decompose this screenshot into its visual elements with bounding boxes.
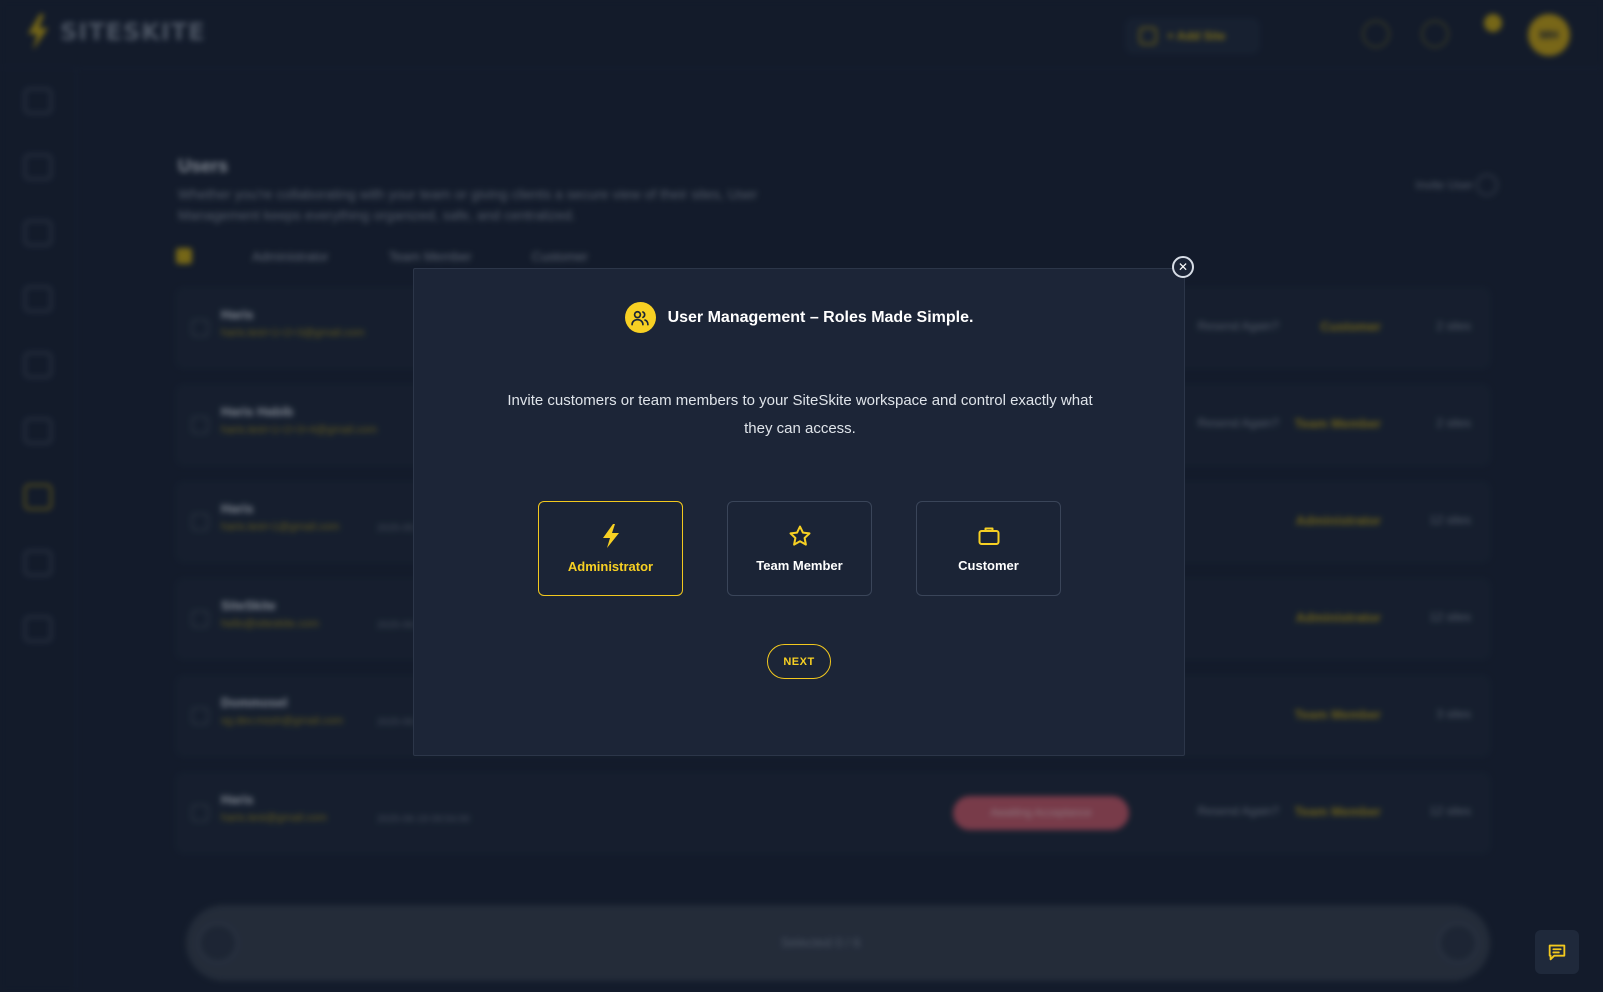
role-card-administrator[interactable]: Administrator <box>538 501 683 596</box>
modal-description: Invite customers or team members to your… <box>507 392 1093 437</box>
star-icon <box>789 525 810 546</box>
role-label: Customer <box>958 558 1019 573</box>
role-onboarding-modal: User Management – Roles Made Simple. Inv… <box>413 268 1185 756</box>
next-button[interactable]: NEXT <box>767 644 831 679</box>
close-icon[interactable]: ✕ <box>1172 256 1194 278</box>
lightning-icon <box>602 524 619 548</box>
role-card-customer[interactable]: Customer <box>916 501 1061 596</box>
chat-button[interactable] <box>1535 930 1579 974</box>
chat-icon <box>1548 944 1566 961</box>
modal-title: User Management – Roles Made Simple. <box>667 308 974 326</box>
role-label: Administrator <box>567 559 654 574</box>
role-label: Team Member <box>756 558 843 573</box>
briefcase-icon <box>978 527 999 545</box>
users-icon <box>624 302 656 333</box>
modal-header: User Management – Roles Made Simple. <box>414 302 1184 333</box>
role-card-team-member[interactable]: Team Member <box>727 501 872 596</box>
